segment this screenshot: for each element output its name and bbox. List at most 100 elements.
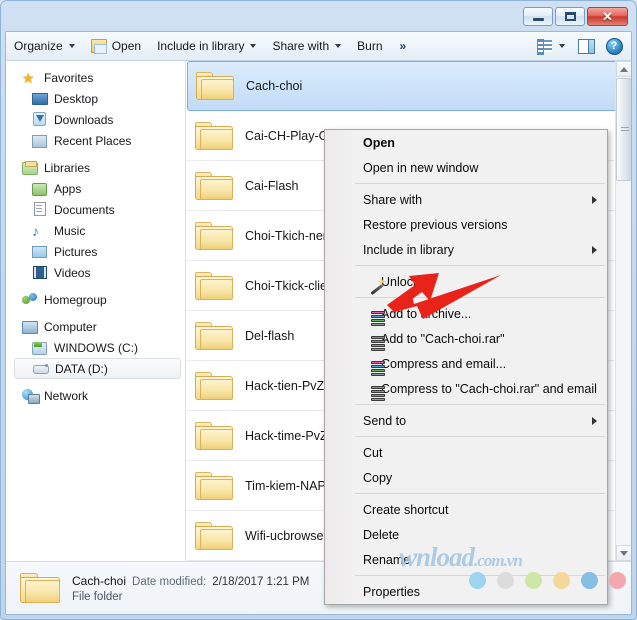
context-menu-separator: [355, 183, 605, 184]
sidebar-group: Libraries Apps Documents ♪ Music Pictures Vide…: [6, 157, 185, 283]
context-menu-item-label: Open in new window: [363, 160, 479, 175]
color-dot: [581, 572, 598, 589]
file-list-item[interactable]: Cach-choi: [187, 61, 631, 111]
open-button[interactable]: Open: [83, 34, 149, 58]
sidebar-item-label: WINDOWS (C:): [54, 340, 138, 355]
desktop-icon: [32, 91, 49, 107]
context-menu-separator: [355, 265, 605, 266]
sidebar-item-downloads[interactable]: Downloads: [6, 109, 185, 130]
sidebar-item-label: Homegroup: [44, 292, 107, 307]
context-menu-item-create-shortcut[interactable]: Create shortcut: [325, 497, 607, 522]
context-menu-item-cut[interactable]: Cut: [325, 440, 607, 465]
minimize-button[interactable]: [523, 7, 553, 26]
context-menu-item-open[interactable]: Open: [325, 130, 607, 155]
burn-label: Burn: [357, 39, 383, 53]
sidebar-item-computer[interactable]: Computer: [6, 316, 185, 337]
share-with-label: Share with: [272, 39, 330, 53]
sidebar-group: Homegroup: [6, 289, 185, 310]
context-menu-item-label: Compress and email...: [381, 356, 507, 371]
context-menu-item-add-to-cach-choi-rar[interactable]: Add to "Cach-choi.rar": [325, 326, 607, 351]
close-button[interactable]: ✕: [587, 7, 628, 26]
view-list-icon: [536, 39, 552, 55]
chevron-down-icon: [250, 44, 257, 48]
preview-pane-button[interactable]: [573, 34, 599, 58]
context-menu-item-compress-to-cach-choi-rar-and-email[interactable]: Compress to "Cach-choi.rar" and email: [325, 376, 607, 401]
color-dot: [525, 572, 542, 589]
context-menu-item-copy[interactable]: Copy: [325, 465, 607, 490]
sidebar-item-documents[interactable]: Documents: [6, 199, 185, 220]
winrar-icon: [369, 359, 387, 376]
submenu-arrow-icon: [592, 246, 597, 254]
close-icon: ✕: [602, 9, 613, 24]
sidebar-item-label: Favorites: [44, 70, 94, 85]
context-menu-item-label: Send to: [363, 413, 407, 428]
sidebar-item-label: Documents: [54, 202, 115, 217]
star-icon: ★: [22, 69, 35, 86]
downloads-icon: [32, 111, 49, 128]
sidebar-item-music[interactable]: ♪ Music: [6, 220, 185, 241]
winrar-icon: [369, 334, 387, 351]
toolbar-overflow-button[interactable]: »: [391, 39, 416, 53]
sidebar-item-desktop[interactable]: Desktop: [6, 88, 185, 109]
context-menu-item-label: Include in library: [363, 242, 455, 257]
folder-icon: [195, 270, 235, 302]
sidebar-item-network[interactable]: Network: [6, 385, 185, 406]
sidebar-item-windows-c-[interactable]: WINDOWS (C:): [6, 337, 185, 358]
context-menu-item-label: Delete: [363, 527, 400, 542]
share-with-button[interactable]: Share with: [264, 34, 349, 58]
maximize-icon: [564, 12, 576, 21]
scroll-up-icon[interactable]: [616, 61, 631, 77]
file-name: Wifi-ucbrowse: [245, 528, 324, 543]
color-dot: [609, 572, 626, 589]
sidebar-item-pictures[interactable]: Pictures: [6, 241, 185, 262]
sidebar-item-videos[interactable]: Videos: [6, 262, 185, 283]
file-list-scrollbar[interactable]: [615, 61, 631, 561]
navigation-pane[interactable]: ★ Favorites Desktop Downloads Recent Places L…: [6, 61, 186, 561]
sidebar-item-label: Downloads: [54, 112, 114, 127]
minimize-icon: [532, 18, 544, 21]
context-menu-item-open-in-new-window[interactable]: Open in new window: [325, 155, 607, 180]
maximize-button[interactable]: [555, 7, 585, 26]
sidebar-item-apps[interactable]: Apps: [6, 178, 185, 199]
preview-pane-icon: [577, 38, 595, 54]
context-menu-item-include-in-library[interactable]: Include in library: [325, 237, 607, 262]
file-name: Choi-Tkick-clie: [245, 278, 327, 293]
libraries-icon: [22, 160, 39, 176]
context-menu-item-unlocker[interactable]: Unlocker: [325, 269, 607, 294]
winrar-icon: [369, 309, 387, 326]
sidebar-item-favorites[interactable]: ★ Favorites: [6, 67, 185, 88]
status-date-label: Date modified:: [132, 575, 207, 588]
context-menu-item-send-to[interactable]: Send to: [325, 408, 607, 433]
submenu-arrow-icon: [592, 196, 597, 204]
chevron-down-icon[interactable]: [559, 44, 565, 48]
hard-drive-icon: [32, 340, 49, 356]
folder-icon: [20, 571, 62, 605]
sidebar-item-label: Videos: [54, 265, 91, 280]
change-view-button[interactable]: [531, 34, 557, 58]
context-menu-item-add-to-archive[interactable]: Add to archive...: [325, 301, 607, 326]
include-in-library-button[interactable]: Include in library: [149, 34, 264, 58]
title-bar: ✕: [1, 1, 636, 31]
documents-icon: [32, 201, 49, 218]
sidebar-group: ★ Favorites Desktop Downloads Recent Places: [6, 67, 185, 151]
help-button[interactable]: ?: [601, 34, 627, 58]
chevron-down-icon: [335, 44, 342, 48]
organize-button[interactable]: Organize: [6, 34, 83, 58]
context-menu-item-restore-previous-versions[interactable]: Restore previous versions: [325, 212, 607, 237]
context-menu-item-share-with[interactable]: Share with: [325, 187, 607, 212]
context-menu-item-compress-and-email[interactable]: Compress and email...: [325, 351, 607, 376]
folder-icon: [195, 170, 235, 202]
sidebar-item-homegroup[interactable]: Homegroup: [6, 289, 185, 310]
scroll-down-icon[interactable]: [616, 545, 631, 561]
sidebar-item-label: Computer: [44, 319, 97, 334]
context-menu-item-delete[interactable]: Delete: [325, 522, 607, 547]
context-menu[interactable]: Open Open in new window Share with Restore …: [324, 129, 608, 605]
chevron-down-icon: [68, 44, 75, 48]
context-menu-item-rename[interactable]: Rename: [325, 547, 607, 572]
sidebar-item-data-d-[interactable]: DATA (D:): [14, 358, 181, 379]
sidebar-item-recent-places[interactable]: Recent Places: [6, 130, 185, 151]
scrollbar-thumb[interactable]: [616, 78, 631, 181]
homegroup-icon: [22, 292, 39, 308]
burn-button[interactable]: Burn: [349, 34, 390, 58]
sidebar-item-libraries[interactable]: Libraries: [6, 157, 185, 178]
